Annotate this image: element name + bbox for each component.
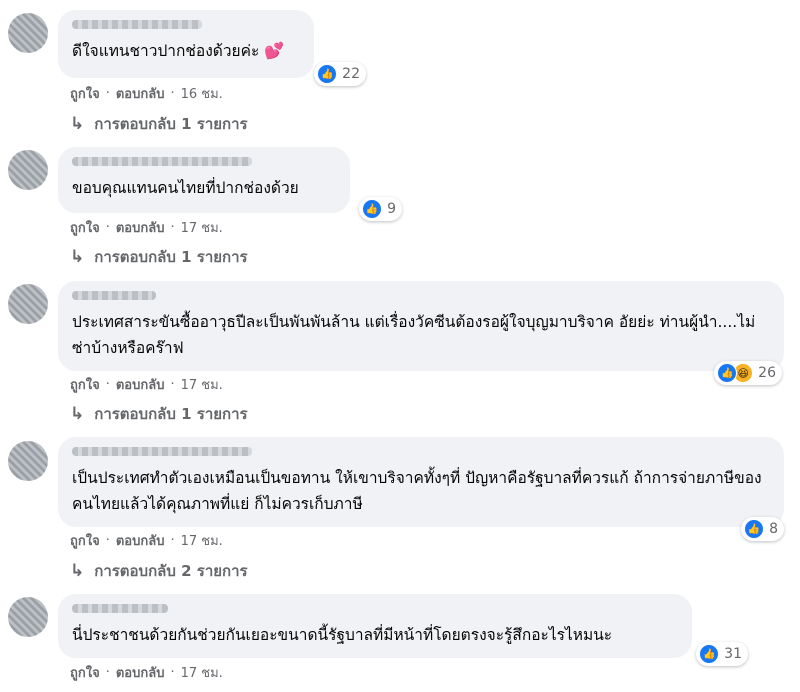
timestamp[interactable]: 17 ชม. bbox=[181, 530, 223, 551]
thumbs-up-icon: 👍 bbox=[699, 644, 720, 664]
reply-button[interactable]: ตอบกลับ bbox=[116, 662, 165, 683]
author-name[interactable] bbox=[72, 157, 252, 166]
reaction-count: 22 bbox=[342, 66, 360, 82]
like-button[interactable]: ถูกใจ bbox=[70, 217, 100, 238]
timestamp[interactable]: 17 ชม. bbox=[181, 662, 223, 683]
view-replies-label: การตอบกลับ 1 รายการ bbox=[94, 248, 248, 266]
like-button[interactable]: ถูกใจ bbox=[70, 374, 100, 395]
reply-button[interactable]: ตอบกลับ bbox=[116, 530, 165, 551]
separator: · bbox=[105, 377, 110, 392]
separator: · bbox=[170, 665, 175, 680]
separator: · bbox=[170, 86, 175, 101]
reaction-summary[interactable]: 👍 8 bbox=[741, 517, 784, 541]
two-hearts-icon: 💕 bbox=[264, 41, 285, 60]
reply-arrow-icon: ↳ bbox=[70, 247, 85, 267]
comment-bubble: ขอบคุณแทนคนไทยที่ปากช่องด้วย 👍 9 bbox=[58, 147, 402, 221]
view-replies-label: การตอบกลับ 1 รายการ bbox=[94, 405, 248, 423]
avatar[interactable] bbox=[8, 13, 48, 53]
reaction-count: 9 bbox=[387, 201, 396, 217]
author-name[interactable] bbox=[72, 20, 202, 29]
thumbs-up-icon: 👍 bbox=[362, 199, 383, 219]
reaction-count: 31 bbox=[724, 646, 742, 662]
like-button[interactable]: ถูกใจ bbox=[70, 662, 100, 683]
comment-actions: ถูกใจ · ตอบกลับ · 17 ชม. bbox=[70, 217, 223, 238]
separator: · bbox=[170, 220, 175, 235]
comment-text: ขอบคุณแทนคนไทยที่ปากช่องด้วย bbox=[72, 179, 299, 197]
avatar[interactable] bbox=[8, 150, 48, 190]
reply-button[interactable]: ตอบกลับ bbox=[116, 374, 165, 395]
thumbs-up-icon: 👍 bbox=[317, 64, 338, 84]
avatar[interactable] bbox=[8, 441, 48, 481]
comment-text: เป็นประเทศทำตัวเองเหมือนเป็นขอทาน ให้เขา… bbox=[72, 469, 762, 513]
comment-actions: ถูกใจ · ตอบกลับ · 17 ชม. bbox=[70, 662, 223, 683]
timestamp[interactable]: 17 ชม. bbox=[181, 374, 223, 395]
like-button[interactable]: ถูกใจ bbox=[70, 83, 100, 104]
author-name[interactable] bbox=[72, 447, 252, 456]
reply-button[interactable]: ตอบกลับ bbox=[116, 83, 165, 104]
separator: · bbox=[105, 665, 110, 680]
view-replies-link[interactable]: ↳ การตอบกลับ 1 รายการ bbox=[70, 402, 248, 426]
separator: · bbox=[105, 220, 110, 235]
comment-text: นี่ประชาชนด้วยกันช่วยกันเยอะขนาดนี้รัฐบา… bbox=[72, 626, 613, 644]
author-name[interactable] bbox=[72, 604, 168, 613]
reaction-count: 26 bbox=[758, 365, 776, 381]
view-replies-link[interactable]: ↳ การตอบกลับ 1 รายการ bbox=[70, 245, 248, 269]
avatar[interactable] bbox=[8, 597, 48, 637]
like-button[interactable]: ถูกใจ bbox=[70, 530, 100, 551]
thumbs-up-icon: 👍 bbox=[744, 519, 765, 539]
reply-arrow-icon: ↳ bbox=[70, 404, 85, 424]
reaction-summary[interactable]: 👍 22 bbox=[314, 62, 366, 86]
reaction-count: 8 bbox=[769, 521, 778, 537]
comment-bubble: ประเทศสาระขันซื้ออาวุธปีละเป็นพันพันล้าน… bbox=[58, 281, 784, 385]
separator: · bbox=[105, 533, 110, 548]
view-replies-label: การตอบกลับ 2 รายการ bbox=[94, 562, 248, 580]
timestamp[interactable]: 16 ชม. bbox=[181, 83, 223, 104]
comment-text: ประเทศสาระขันซื้ออาวุธปีละเป็นพันพันล้าน… bbox=[72, 313, 756, 357]
separator: · bbox=[170, 377, 175, 392]
comment-text: ดีใจแทนชาวปากช่องด้วยค่ะ 💕 bbox=[72, 41, 285, 60]
view-replies-label: การตอบกลับ 1 รายการ bbox=[94, 115, 248, 133]
reply-button[interactable]: ตอบกลับ bbox=[116, 217, 165, 238]
author-name[interactable] bbox=[72, 291, 156, 300]
avatar[interactable] bbox=[8, 284, 48, 324]
comment-bubble: นี่ประชาชนด้วยกันช่วยกันเยอะขนาดนี้รัฐบา… bbox=[58, 594, 748, 666]
view-replies-link[interactable]: ↳ การตอบกลับ 2 รายการ bbox=[70, 559, 248, 583]
thumbs-up-icon: 👍 bbox=[717, 363, 738, 383]
comment-actions: ถูกใจ · ตอบกลับ · 17 ชม. bbox=[70, 530, 223, 551]
reaction-summary[interactable]: 👍 9 bbox=[359, 197, 402, 221]
separator: · bbox=[170, 533, 175, 548]
reaction-summary[interactable]: 👍 😆 26 bbox=[714, 361, 782, 385]
comment-actions: ถูกใจ · ตอบกลับ · 17 ชม. bbox=[70, 374, 223, 395]
comment-actions: ถูกใจ · ตอบกลับ · 16 ชม. bbox=[70, 83, 223, 104]
comment-bubble: เป็นประเทศทำตัวเองเหมือนเป็นขอทาน ให้เขา… bbox=[58, 437, 784, 541]
separator: · bbox=[105, 86, 110, 101]
reply-arrow-icon: ↳ bbox=[70, 561, 85, 581]
reaction-summary[interactable]: 👍 31 bbox=[696, 642, 748, 666]
timestamp[interactable]: 17 ชม. bbox=[181, 217, 223, 238]
comment-bubble: ดีใจแทนชาวปากช่องด้วยค่ะ 💕 👍 22 bbox=[58, 10, 366, 86]
view-replies-link[interactable]: ↳ การตอบกลับ 1 รายการ bbox=[70, 112, 248, 136]
reply-arrow-icon: ↳ bbox=[70, 114, 85, 134]
